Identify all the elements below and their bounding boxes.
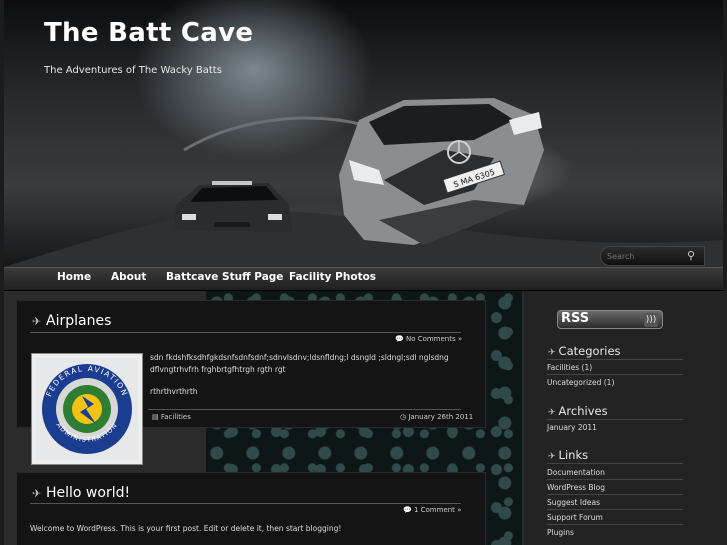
post-body-line: Welcome to WordPress. This is your first…	[30, 524, 342, 533]
post-title: ✈ Hello world!	[32, 485, 130, 501]
link-wordpress-blog[interactable]: WordPress Blog	[547, 483, 605, 492]
rss-button[interactable]: RSS )))	[557, 310, 663, 329]
jet-icon: ✈	[548, 408, 556, 418]
widget-divider	[547, 479, 683, 480]
link-documentation[interactable]: Documentation	[547, 468, 605, 477]
site-description: The Adventures of The Wacky Batts	[44, 65, 222, 76]
archives-title: ✈ Archives	[548, 404, 608, 418]
jet-icon: ✈	[548, 452, 556, 462]
links-heading: Links	[558, 448, 589, 462]
category-count: (1)	[603, 378, 615, 387]
search-input[interactable]	[607, 249, 679, 264]
link-support-forum[interactable]: Support Forum	[547, 513, 603, 522]
category-link[interactable]: Uncategorized	[547, 378, 601, 387]
archive-link[interactable]: January 2011	[547, 423, 597, 432]
folder-icon: ▤	[152, 413, 159, 421]
link-plugins[interactable]: Plugins	[547, 528, 574, 537]
race-car-small	[174, 181, 292, 232]
post-title-link[interactable]: Hello world!	[46, 485, 130, 501]
date-meta: ◷ January 26th 2011	[400, 413, 473, 421]
comment-icon: 💬	[395, 335, 404, 343]
category-meta: ▤ Facilities	[152, 413, 191, 421]
comments-meta: 💬 1 Comment »	[403, 506, 461, 514]
clock-icon: ◷	[400, 413, 407, 421]
post-body-line: sdn fkdshfksdhfgkdsnfsdnfsdnf;sdnvlsdnv;…	[150, 353, 449, 362]
post-date: January 26th 2011	[408, 413, 474, 421]
search-icon[interactable]: ⚲	[683, 249, 699, 265]
widget-divider	[547, 419, 683, 420]
categories-heading: Categories	[558, 344, 621, 358]
post-title: ✈ Airplanes	[32, 313, 111, 329]
comments-meta: 💬 No Comments »	[395, 335, 462, 343]
nav-battcave-stuff-page[interactable]: Battcave Stuff Page	[166, 271, 283, 283]
rss-label: RSS	[561, 311, 590, 326]
mercedes-car-large: S MA 6305	[339, 98, 544, 245]
post-title-link[interactable]: Airplanes	[46, 313, 111, 329]
widget-divider	[547, 524, 683, 525]
title-divider	[30, 503, 461, 504]
archives-heading: Archives	[558, 404, 608, 418]
title-divider	[30, 332, 461, 333]
post-footer-divider	[148, 409, 461, 410]
category-item: Facilities (1)	[547, 363, 592, 372]
widget-divider	[547, 463, 683, 464]
links-title: ✈ Links	[548, 448, 588, 462]
site-title[interactable]: The Batt Cave	[44, 18, 253, 48]
header-banner: S MA 6305 The Batt Cave The Adventures o…	[4, 0, 723, 267]
search-form: ⚲	[600, 246, 705, 266]
jet-icon: ✈	[32, 315, 42, 328]
rss-feed-icon: )))	[644, 313, 658, 327]
post-body-line: rthrthvrthrth	[150, 387, 198, 396]
link-suggest-ideas[interactable]: Suggest Ideas	[547, 498, 600, 507]
comments-link[interactable]: 1 Comment »	[414, 506, 461, 514]
jet-icon: ✈	[32, 487, 42, 500]
nav-facility-photos[interactable]: Facility Photos	[289, 271, 376, 283]
jet-icon: ✈	[548, 348, 556, 358]
widget-divider	[547, 509, 683, 510]
main-navigation: Home About Battcave Stuff Page Facility …	[4, 267, 723, 291]
categories-title: ✈ Categories	[548, 344, 621, 358]
widget-divider	[547, 359, 683, 360]
comments-link[interactable]: No Comments »	[406, 335, 462, 343]
category-item: Uncategorized (1)	[547, 378, 614, 387]
widget-divider	[547, 494, 683, 495]
post-body-line: dflvngtrhvfrh frghbrtgfhtrgh rgth rgt	[150, 365, 286, 374]
faa-seal-image: FEDERAL AVIATION ADMINISTRATION	[31, 353, 143, 465]
category-link[interactable]: Facilities	[161, 413, 191, 421]
category-count: (1)	[581, 363, 593, 372]
category-link[interactable]: Facilities	[547, 363, 579, 372]
comment-icon: 💬	[403, 506, 412, 514]
nav-about[interactable]: About	[111, 271, 146, 283]
widget-divider	[547, 374, 683, 375]
nav-home[interactable]: Home	[57, 271, 91, 283]
